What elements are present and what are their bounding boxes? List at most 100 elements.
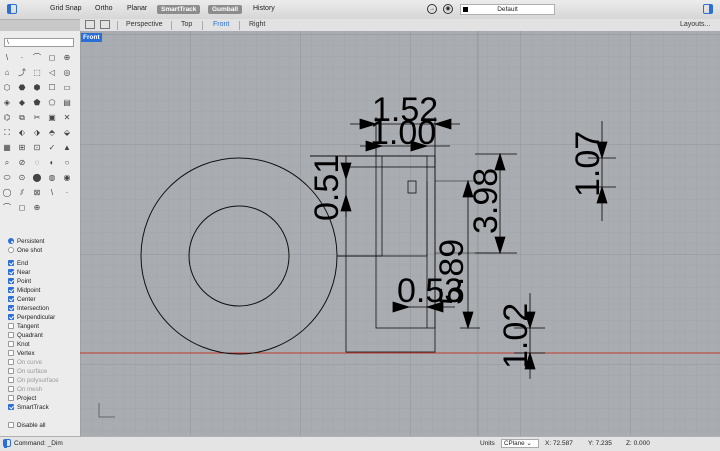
osnap-quadrant[interactable]: Quadrant <box>8 331 43 340</box>
viewport-label[interactable]: Front <box>81 33 102 42</box>
tab-right[interactable]: Right <box>249 21 265 28</box>
plane-tool-icon[interactable]: ☐ <box>47 83 57 93</box>
osnap-project[interactable]: Project <box>8 394 36 403</box>
cylinder-tool-icon[interactable]: ⬡ <box>2 83 12 93</box>
properties-tool-icon[interactable]: ◯ <box>2 188 12 198</box>
checkbox[interactable] <box>8 332 14 338</box>
tab-perspective[interactable]: Perspective <box>126 21 163 28</box>
osnap-center[interactable]: Center <box>8 295 36 304</box>
checkbox[interactable] <box>8 269 14 275</box>
osnap-point[interactable]: Point <box>8 277 31 286</box>
zoom-tool-icon[interactable]: ⌕ <box>2 158 12 168</box>
osnap-mode-one-shot[interactable]: One shot <box>8 246 42 255</box>
array-tool-icon[interactable]: ⬙ <box>62 128 72 138</box>
osnap-midpoint[interactable]: Midpoint <box>8 286 40 295</box>
extrude-tool-icon[interactable]: ◆ <box>17 98 27 108</box>
checkbox[interactable] <box>8 395 14 401</box>
loft-tool-icon[interactable]: ◈ <box>2 98 12 108</box>
osnap-end[interactable]: End <box>8 259 28 268</box>
curve-tool-icon[interactable]: ⤴ <box>17 68 27 78</box>
copy-tool-icon[interactable]: ⧉ <box>17 113 27 123</box>
target-icon[interactable]: ◉ <box>443 4 453 14</box>
surface-tool-icon[interactable]: ▭ <box>62 83 72 93</box>
material-tool-icon[interactable]: ⬤ <box>32 173 42 183</box>
camera-tool-icon[interactable]: ⊙ <box>17 173 27 183</box>
radio-button[interactable] <box>8 247 14 253</box>
dimension-tool-icon[interactable]: ⫽ <box>17 188 27 198</box>
point-tool-icon[interactable]: · <box>17 53 27 63</box>
command-line[interactable]: Command: _Dim <box>14 440 63 447</box>
checkbox[interactable] <box>8 404 14 410</box>
rectangle-tool-icon[interactable]: ◻ <box>17 203 27 213</box>
command-search-input[interactable]: \ <box>4 38 74 47</box>
circle-tool-icon[interactable]: ⊕ <box>62 53 72 63</box>
sphere-tool-icon[interactable]: ⬢ <box>32 83 42 93</box>
render-tool-icon[interactable]: ○ <box>62 158 72 168</box>
radio-button[interactable] <box>8 238 14 244</box>
checkbox[interactable] <box>8 305 14 311</box>
fillet-tool-icon[interactable]: ⌬ <box>2 113 12 123</box>
osnap-knot[interactable]: Knot <box>8 340 30 349</box>
gumball-toggle[interactable]: Gumball <box>208 5 243 14</box>
smarttrack-toggle[interactable]: SmartTrack <box>157 5 201 14</box>
cone-tool-icon[interactable]: ⬣ <box>17 83 27 93</box>
ortho-toggle[interactable]: Ortho <box>95 5 113 12</box>
check-tool-icon[interactable]: ✓ <box>47 143 57 153</box>
layouts-button[interactable]: Layouts... <box>680 21 710 28</box>
scale-tool-icon[interactable]: ⬘ <box>47 128 57 138</box>
split-tool-icon[interactable]: ✕ <box>62 113 72 123</box>
rectangle-tool-icon[interactable]: ◻ <box>47 53 57 63</box>
polyline-tool-icon[interactable]: ⌂ <box>2 68 12 78</box>
record-icon[interactable]: → <box>427 4 437 14</box>
line-tool-icon[interactable]: \ <box>47 188 57 198</box>
checkbox[interactable] <box>8 287 14 293</box>
planar-toggle[interactable]: Planar <box>127 5 147 12</box>
ellipse-tool-icon[interactable]: ◎ <box>62 68 72 78</box>
osnap-vertex[interactable]: Vertex <box>8 349 35 358</box>
trim-tool-icon[interactable]: ✂ <box>32 113 42 123</box>
osnap-smarttrack[interactable]: SmartTrack <box>8 403 49 412</box>
checkbox[interactable] <box>8 341 14 347</box>
polygon-tool-icon[interactable]: ◁ <box>47 68 57 78</box>
cplane-selector[interactable]: CPlane ⌄ <box>501 439 539 448</box>
checkbox[interactable] <box>8 422 14 428</box>
boolean-tool-icon[interactable]: ▣ <box>47 113 57 123</box>
join-tool-icon[interactable]: ⛶ <box>2 128 12 138</box>
four-viewport-icon[interactable] <box>85 20 95 29</box>
checkbox[interactable] <box>8 278 14 284</box>
command-history-icon[interactable] <box>3 439 11 448</box>
checkbox[interactable] <box>8 296 14 302</box>
mirror-tool-icon[interactable]: ⬖ <box>17 128 27 138</box>
sweep-tool-icon[interactable]: ⬠ <box>47 98 57 108</box>
checkbox[interactable] <box>8 260 14 266</box>
checkbox[interactable] <box>8 314 14 320</box>
revolve-tool-icon[interactable]: ⬟ <box>32 98 42 108</box>
light-tool-icon[interactable]: ⬭ <box>2 173 12 183</box>
history-toggle[interactable]: History <box>253 5 275 12</box>
osnap-mode-persistent[interactable]: Persistent <box>8 237 45 246</box>
single-viewport-icon[interactable] <box>100 20 110 29</box>
rotate-view-tool-icon[interactable]: ◌ <box>32 158 42 168</box>
viewport-canvas[interactable]: 1.52 1.00 0.51 3.98 1.07 5.89 0.53 1.02 <box>80 31 720 436</box>
front-viewport[interactable]: 1.52 1.00 0.51 3.98 1.07 5.89 0.53 1.02 … <box>80 31 720 436</box>
grid-tool-icon[interactable]: ▦ <box>2 143 12 153</box>
tab-front[interactable]: Front <box>213 21 229 28</box>
sidebar-toggle-icon[interactable] <box>7 4 17 14</box>
mesh-tool-icon[interactable]: ▤ <box>62 98 72 108</box>
arc-tool-icon[interactable]: ⌒ <box>32 53 42 63</box>
shade-tool-icon[interactable]: ◐ <box>47 158 57 168</box>
checkbox[interactable] <box>8 350 14 356</box>
osnap-perpendicular[interactable]: Perpendicular <box>8 313 55 322</box>
osnap-intersection[interactable]: Intersection <box>8 304 49 313</box>
color-tool-icon[interactable]: ◍ <box>47 173 57 183</box>
disable-all-osnaps[interactable]: Disable all <box>8 421 46 430</box>
units-label[interactable]: Units <box>480 440 495 447</box>
layer-tool-icon[interactable]: ◉ <box>62 173 72 183</box>
rotate-tool-icon[interactable]: ⬗ <box>32 128 42 138</box>
grid-snap-toggle[interactable]: Grid Snap <box>50 5 82 12</box>
osnap-near[interactable]: Near <box>8 268 30 277</box>
panel-toggle-icon[interactable] <box>703 4 713 14</box>
ungroup-tool-icon[interactable]: ⊡ <box>32 143 42 153</box>
osnap-tangent[interactable]: Tangent <box>8 322 39 331</box>
circle-tool-icon[interactable]: ⊕ <box>32 203 42 213</box>
